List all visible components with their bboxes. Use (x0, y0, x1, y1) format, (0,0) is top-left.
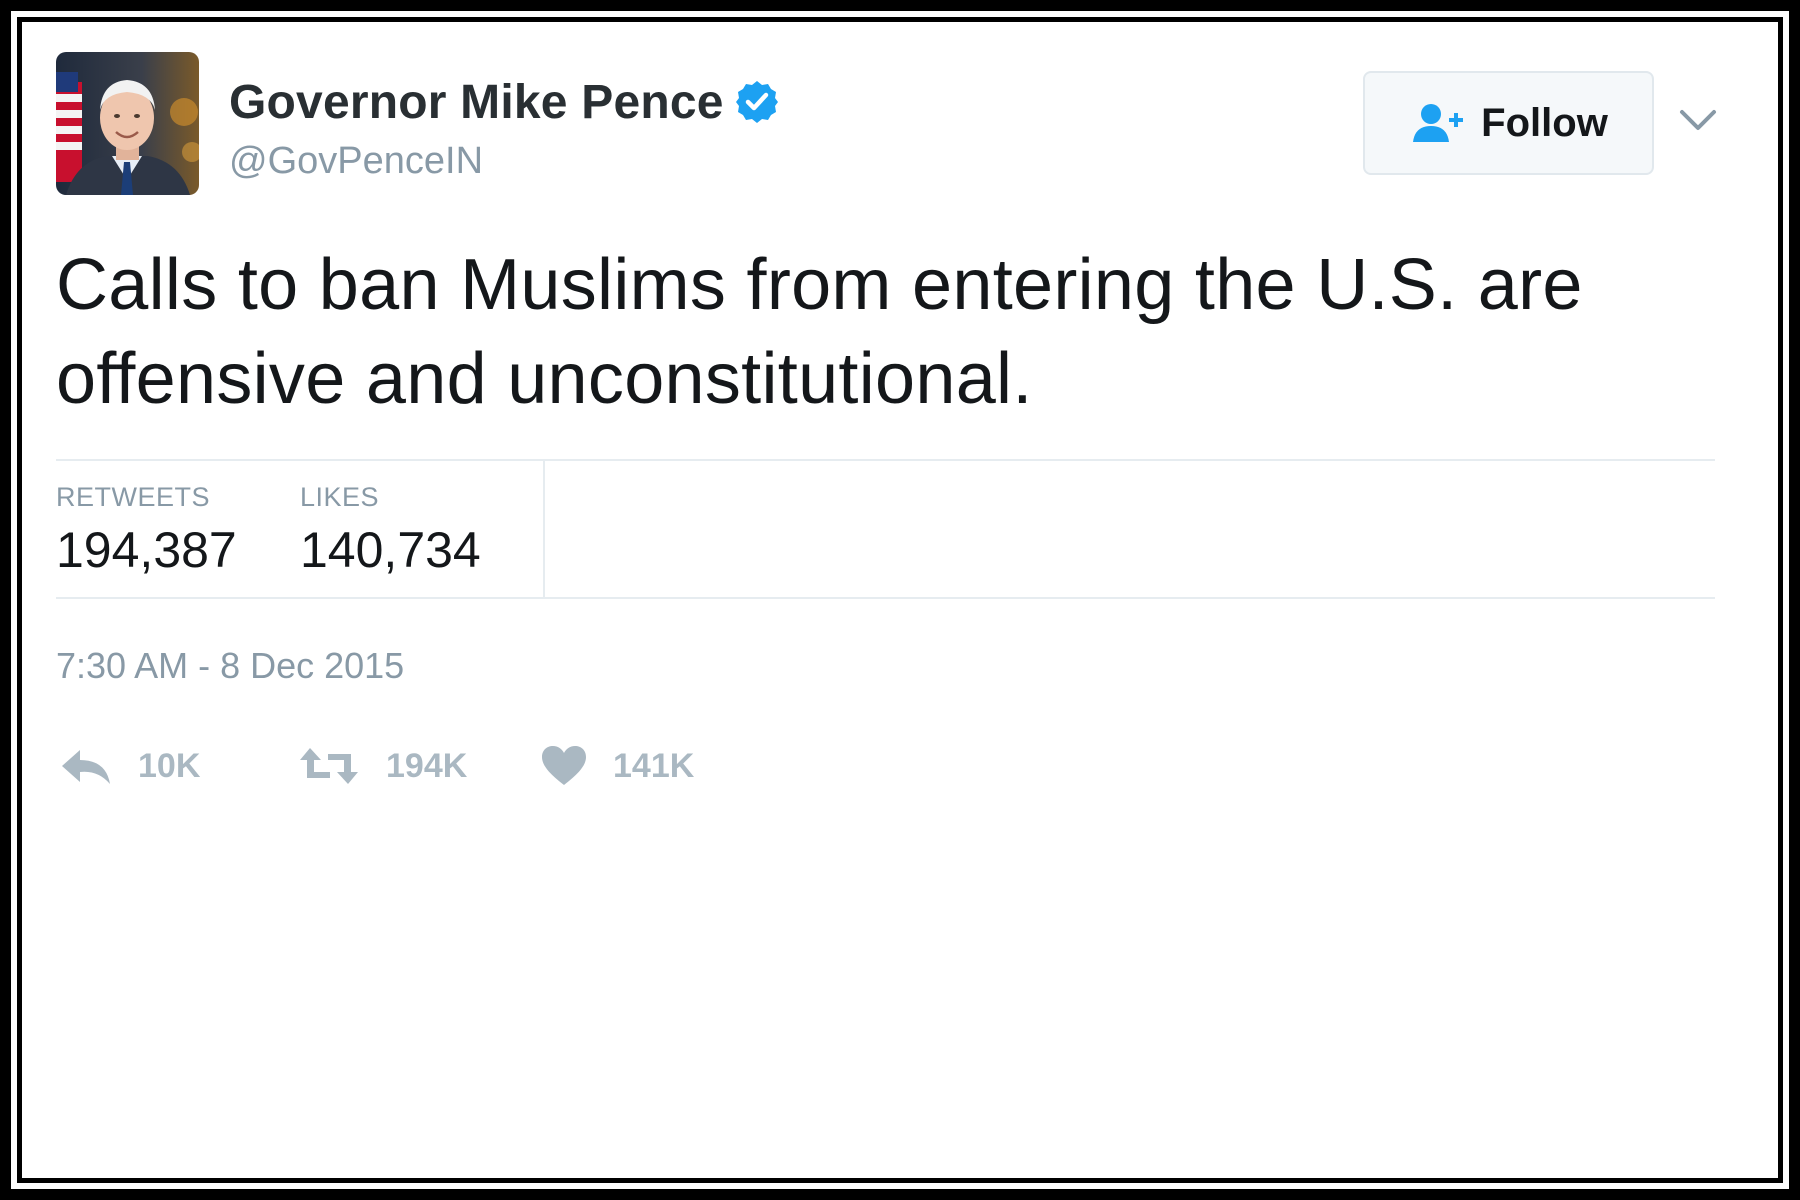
follow-button-label: Follow (1481, 100, 1608, 145)
follow-button[interactable]: Follow (1363, 71, 1654, 175)
retweets-value: 194,387 (56, 522, 237, 578)
heart-icon (541, 745, 587, 787)
likes-stat[interactable]: LIKES 140,734 (300, 482, 481, 579)
reply-count: 10K (138, 746, 201, 785)
reply-button[interactable]: 10K (60, 738, 200, 794)
chevron-down-icon[interactable] (1678, 106, 1718, 136)
tweet-timestamp[interactable]: 7:30 AM - 8 Dec 2015 (56, 645, 404, 687)
add-user-icon (1409, 102, 1467, 144)
verified-badge-icon (734, 79, 780, 125)
likes-label: LIKES (300, 482, 380, 512)
retweet-count: 194K (386, 746, 468, 785)
author-name-row: Governor Mike Pence (229, 74, 780, 130)
retweets-stat[interactable]: RETWEETS 194,387 (56, 482, 237, 579)
retweets-label: RETWEETS (56, 482, 211, 512)
like-button[interactable]: 141K (541, 738, 694, 794)
stats-divider-top (56, 459, 1715, 461)
reply-icon (60, 746, 112, 786)
likes-value: 140,734 (300, 522, 481, 578)
tweet-card (17, 17, 1783, 1183)
author-display-name[interactable]: Governor Mike Pence (229, 75, 724, 130)
stats-vertical-divider (543, 461, 545, 597)
avatar[interactable] (56, 52, 199, 195)
stats-divider-bottom (56, 597, 1715, 599)
tweet-text: Calls to ban Muslims from entering the U… (56, 245, 1583, 419)
retweet-button[interactable]: 194K (298, 738, 467, 794)
like-count: 141K (613, 746, 695, 785)
retweet-icon (298, 746, 360, 786)
author-handle[interactable]: @GovPenceIN (229, 140, 483, 183)
